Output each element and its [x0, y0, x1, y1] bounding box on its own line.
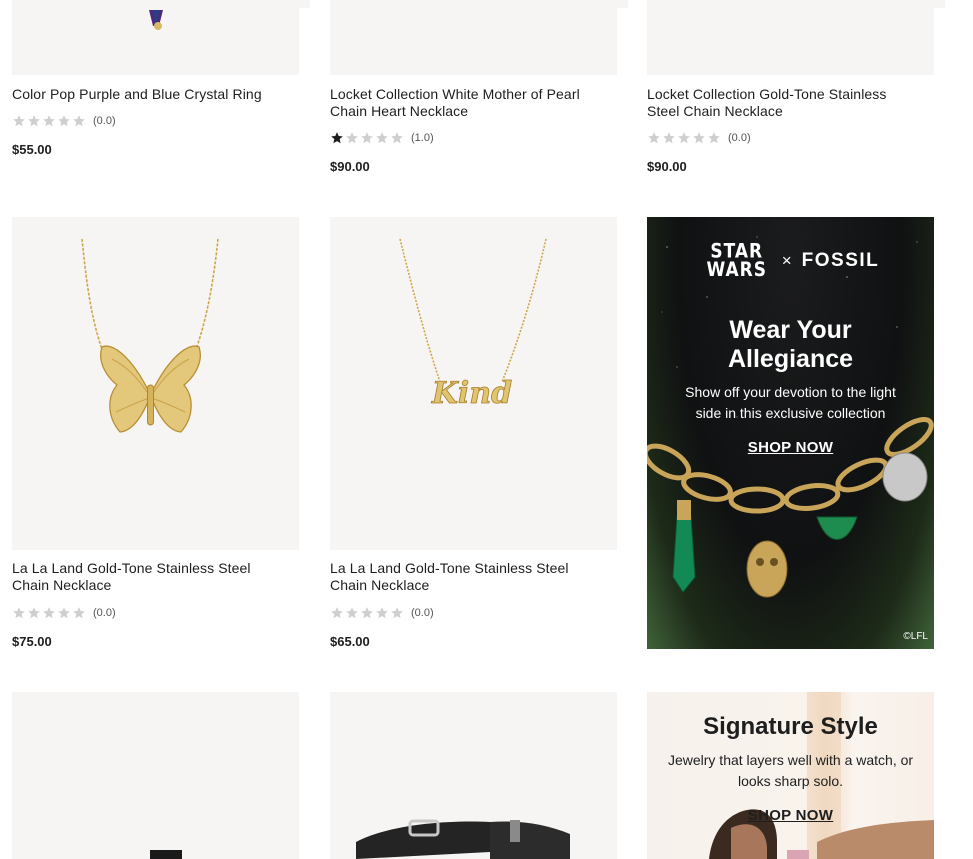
- star-icon: [43, 115, 55, 127]
- product-rating: (0.0): [12, 114, 116, 128]
- product-image[interactable]: [12, 0, 299, 75]
- product-price: $65.00: [330, 634, 370, 649]
- promo-starwars[interactable]: STAR WARS × FOSSIL Wear Your Allegiance …: [647, 217, 934, 649]
- rating-count: (0.0): [728, 132, 751, 144]
- star-icon: [376, 132, 388, 144]
- rating-stars: [330, 131, 404, 145]
- star-icon: [361, 607, 373, 619]
- script-necklace-image: Kind: [399, 238, 547, 411]
- star-icon: [13, 115, 25, 127]
- product-rating: (0.0): [330, 606, 434, 620]
- star-icon: [708, 132, 720, 144]
- watch-image: [150, 850, 182, 859]
- star-icon: [346, 132, 358, 144]
- bracelet-image: [356, 819, 570, 859]
- product-image[interactable]: [12, 217, 299, 550]
- product-title[interactable]: Locket Collection White Mother of Pearl …: [330, 86, 615, 120]
- promo-body: Show off your devotion to the light side…: [685, 384, 896, 421]
- promo-heading: Signature Style: [703, 713, 878, 740]
- brand-separator: ×: [781, 251, 792, 270]
- product-title[interactable]: La La Land Gold-Tone Stainless Steel Cha…: [330, 560, 600, 594]
- rating-count: (0.0): [93, 115, 116, 127]
- star-icon: [43, 607, 55, 619]
- rating-stars: [330, 606, 404, 620]
- product-rating: (1.0): [330, 131, 434, 145]
- promo-cta-wrap: SHOP NOW: [647, 807, 934, 825]
- star-icon: [13, 607, 25, 619]
- starwars-logo: STAR WARS: [706, 240, 767, 282]
- rating-stars: [12, 114, 86, 128]
- promo-signature[interactable]: Signature Style Jewelry that layers well…: [647, 692, 934, 859]
- product-image[interactable]: [12, 692, 299, 859]
- fossil-logo: FOSSIL: [801, 250, 880, 271]
- promo-background-art: [647, 236, 934, 598]
- star-icon: [361, 132, 373, 144]
- star-icon: [73, 115, 85, 127]
- product-rating: (0.0): [647, 131, 751, 145]
- promo-body: Jewelry that layers well with a watch, o…: [667, 752, 914, 789]
- rating-stars: [647, 131, 721, 145]
- copyright-text: ©LFL: [903, 631, 928, 642]
- rating-count: (0.0): [411, 607, 434, 619]
- star-icon: [58, 607, 70, 619]
- rating-count: (1.0): [411, 132, 434, 144]
- star-icon: [693, 132, 705, 144]
- product-image[interactable]: [330, 0, 617, 75]
- product-price: $55.00: [12, 142, 52, 157]
- product-price: $75.00: [12, 634, 52, 649]
- star-icon: [73, 607, 85, 619]
- promo-cta-wrap: SHOP NOW: [647, 439, 934, 457]
- star-icon: [28, 607, 40, 619]
- star-icon: [346, 607, 358, 619]
- product-price: $90.00: [330, 159, 370, 174]
- promo-brand-lockup: STAR WARS × FOSSIL: [647, 240, 934, 282]
- product-rating: (0.0): [12, 606, 116, 620]
- product-image[interactable]: [647, 0, 934, 75]
- shop-now-link[interactable]: SHOP NOW: [748, 439, 833, 456]
- promo-heading: Wear Your Allegiance: [727, 316, 854, 373]
- shop-now-link[interactable]: SHOP NOW: [748, 807, 833, 824]
- star-icon: [331, 132, 343, 144]
- star-icon: [391, 132, 403, 144]
- butterfly-necklace-image: [81, 238, 219, 433]
- rating-count: (0.0): [93, 607, 116, 619]
- product-image[interactable]: Kind: [330, 217, 617, 550]
- product-title[interactable]: Locket Collection Gold-Tone Stainless St…: [647, 86, 917, 120]
- product-title[interactable]: La La Land Gold-Tone Stainless Steel Cha…: [12, 560, 282, 594]
- star-icon: [331, 607, 343, 619]
- pendant-text: Kind: [431, 376, 512, 411]
- star-icon: [648, 132, 660, 144]
- star-icon: [58, 115, 70, 127]
- rating-stars: [12, 606, 86, 620]
- star-icon: [663, 132, 675, 144]
- star-icon: [376, 607, 388, 619]
- star-icon: [28, 115, 40, 127]
- product-title[interactable]: Color Pop Purple and Blue Crystal Ring: [12, 86, 302, 103]
- product-price: $90.00: [647, 159, 687, 174]
- star-icon: [678, 132, 690, 144]
- ring-image: [149, 10, 163, 30]
- star-icon: [391, 607, 403, 619]
- product-image[interactable]: [330, 692, 617, 859]
